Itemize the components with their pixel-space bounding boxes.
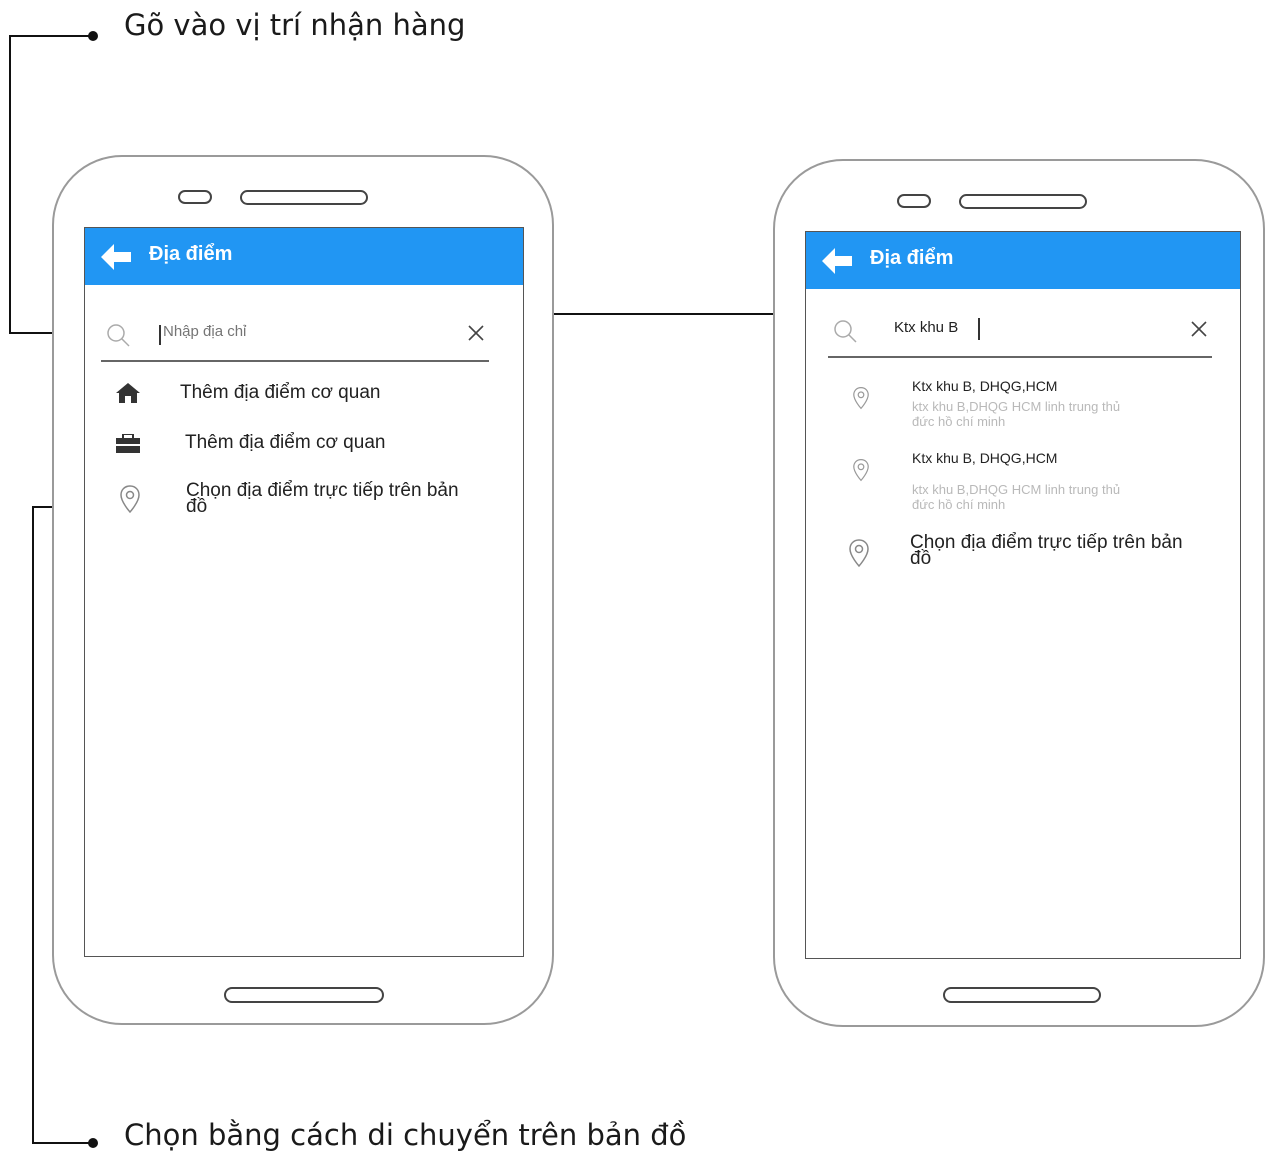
- result-address-line2: đức hồ chí minh: [912, 497, 1006, 512]
- search-bar[interactable]: Ktx khu B: [828, 306, 1212, 358]
- phone-screen-right: Địa điểm Ktx khu B Ktx khu B, DHQG,HCM k…: [805, 231, 1241, 959]
- list-item-label-line2: đồ: [186, 496, 208, 517]
- search-bar[interactable]: [101, 310, 489, 362]
- list-item-label-line1: Chọn địa điểm trực tiếp trên bản: [910, 532, 1183, 553]
- list-item-pick-on-map[interactable]: Chọn địa điểm trực tiếp trên bản đồ: [806, 530, 1240, 590]
- list-item-add-office[interactable]: Thêm địa điểm cơ quan: [85, 428, 523, 468]
- front-camera: [178, 190, 212, 204]
- clear-icon[interactable]: [467, 324, 485, 342]
- back-arrow-icon[interactable]: [820, 246, 854, 276]
- list-item-label: Thêm địa điểm cơ quan: [185, 432, 386, 453]
- front-camera: [897, 194, 931, 208]
- briefcase-icon: [116, 434, 140, 453]
- search-icon: [107, 324, 130, 347]
- list-item-add-home[interactable]: Thêm địa điểm cơ quan: [85, 378, 523, 418]
- phone-frame-left: Địa điểm Thêm địa điểm cơ quan: [52, 155, 554, 1025]
- clear-icon[interactable]: [1190, 320, 1208, 338]
- search-icon: [834, 320, 857, 343]
- phone-frame-right: Địa điểm Ktx khu B Ktx khu B, DHQG,HCM k…: [773, 159, 1265, 1027]
- page-title: Địa điểm: [149, 243, 233, 265]
- result-title: Ktx khu B, DHQG,HCM: [912, 378, 1058, 394]
- list-item-pick-on-map[interactable]: Chọn địa điểm trực tiếp trên bản đồ: [85, 478, 523, 538]
- home-icon: [116, 383, 140, 403]
- annotation-choose-on-map: Chọn bằng cách di chuyển trên bản đồ: [124, 1118, 687, 1152]
- text-caret: [978, 318, 980, 340]
- back-arrow-icon[interactable]: [99, 242, 133, 272]
- map-pin-icon: [853, 458, 869, 482]
- text-caret: [159, 325, 161, 345]
- address-input[interactable]: [163, 323, 443, 340]
- search-result-2[interactable]: Ktx khu B, DHQG,HCM ktx khu B,DHQG HCM l…: [806, 450, 1240, 516]
- connector-dot-top: [88, 31, 98, 41]
- result-address-line2: đức hồ chí minh: [912, 414, 1006, 429]
- app-bar: Địa điểm: [85, 228, 523, 285]
- connector-dot-bottom: [88, 1138, 98, 1148]
- page-title: Địa điểm: [870, 247, 954, 269]
- map-pin-icon: [853, 386, 869, 410]
- app-bar: Địa điểm: [806, 232, 1240, 289]
- phone-screen-left: Địa điểm Thêm địa điểm cơ quan: [84, 227, 524, 957]
- map-pin-icon: [849, 539, 869, 568]
- address-input[interactable]: Ktx khu B: [894, 319, 958, 336]
- result-title: Ktx khu B, DHQG,HCM: [912, 450, 1058, 466]
- home-button[interactable]: [224, 987, 384, 1003]
- speaker-grill: [240, 190, 368, 205]
- result-address-line1: ktx khu B,DHQG HCM linh trung thủ: [912, 482, 1121, 497]
- list-item-label: Thêm địa điểm cơ quan: [180, 382, 381, 403]
- result-address-line1: ktx khu B,DHQG HCM linh trung thủ: [912, 399, 1121, 414]
- list-item-label-line1: Chọn địa điểm trực tiếp trên bản: [186, 480, 459, 501]
- search-result-1[interactable]: Ktx khu B, DHQG,HCM ktx khu B,DHQG HCM l…: [806, 378, 1240, 444]
- home-button[interactable]: [943, 987, 1101, 1003]
- annotation-type-location: Gõ vào vị trí nhận hàng: [124, 8, 466, 42]
- speaker-grill: [959, 194, 1087, 209]
- list-item-label-line2: đồ: [910, 548, 932, 569]
- map-pin-icon: [120, 485, 140, 514]
